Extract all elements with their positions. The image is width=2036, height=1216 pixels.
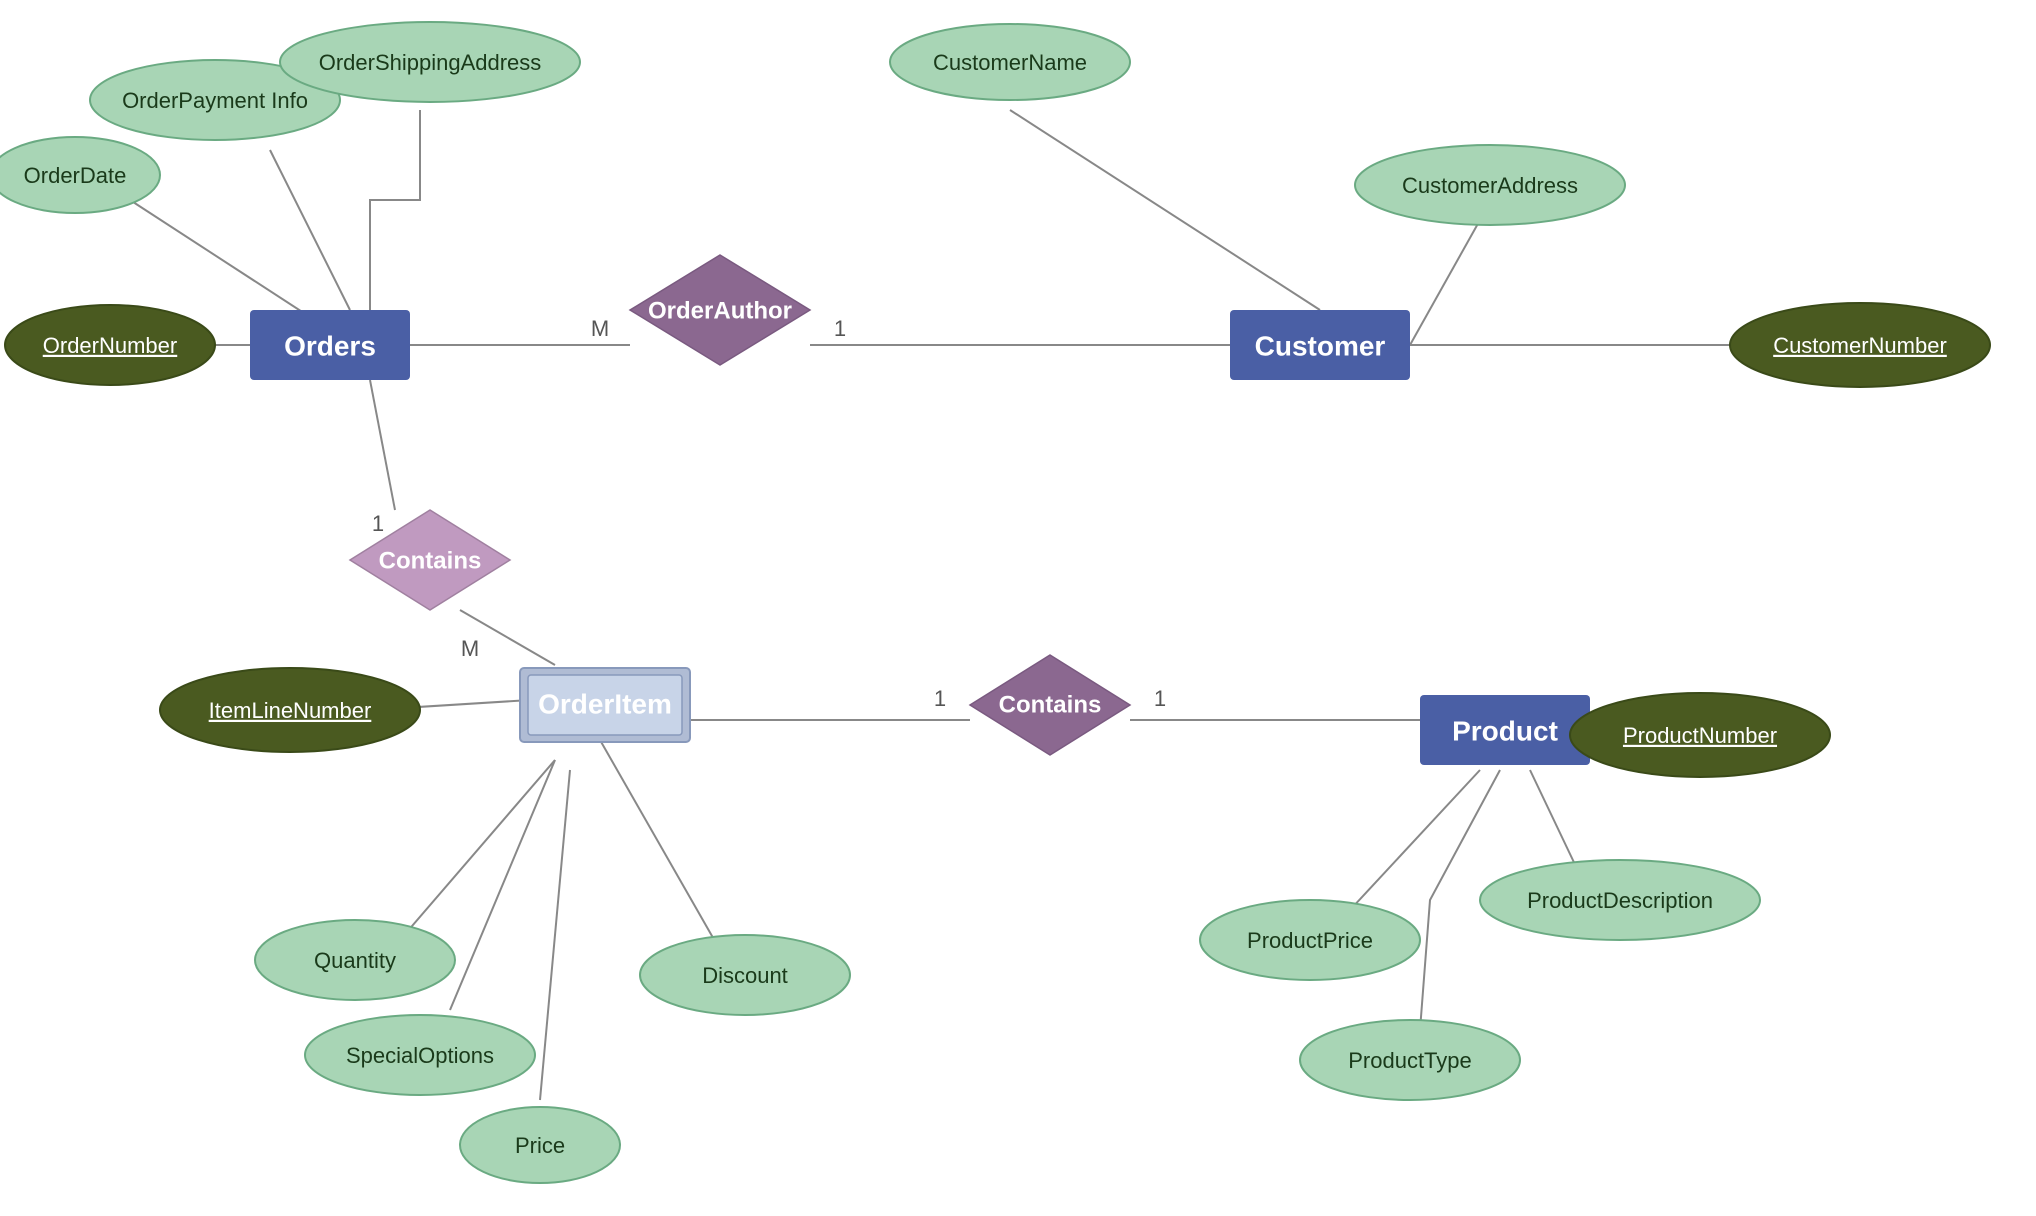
er-diagram: Orders Customer OrderItem Product OrderA… <box>0 0 2036 1216</box>
attr-producttype-label: ProductType <box>1348 1048 1472 1073</box>
attr-discount-label: Discount <box>702 963 788 988</box>
cardinality-1-contains1-orders: 1 <box>372 511 384 536</box>
cardinality-1-contains2-product: 1 <box>1154 686 1166 711</box>
attr-orderpaymentinfo-label: OrderPayment Info <box>122 88 308 113</box>
attr-productdescription-label: ProductDescription <box>1527 888 1713 913</box>
attr-customeraddress-label: CustomerAddress <box>1402 173 1578 198</box>
cardinality-m-orderauthor-orders: M <box>591 316 609 341</box>
cardinality-m-contains1-orderitem: M <box>461 636 479 661</box>
entity-orderitem-label: OrderItem <box>538 688 672 719</box>
attr-quantity-label: Quantity <box>314 948 396 973</box>
attr-ordershippingaddress-label: OrderShippingAddress <box>319 50 542 75</box>
entity-orders-label: Orders <box>284 330 376 361</box>
relationship-contains1-label: Contains <box>379 547 482 574</box>
cardinality-1-orderauthor-customer: 1 <box>834 316 846 341</box>
attr-specialoptions-label: SpecialOptions <box>346 1043 494 1068</box>
attr-productnumber-label: ProductNumber <box>1623 723 1777 748</box>
attr-itemlinenumber-label: ItemLineNumber <box>209 698 372 723</box>
attr-orderdate-label: OrderDate <box>24 163 127 188</box>
attr-productprice-label: ProductPrice <box>1247 928 1373 953</box>
attr-price-label: Price <box>515 1133 565 1158</box>
entity-customer-label: Customer <box>1255 330 1386 361</box>
attr-ordernumber-label: OrderNumber <box>43 333 177 358</box>
relationship-orderauthor-label: OrderAuthor <box>648 297 792 324</box>
cardinality-1-contains2-orderitem: 1 <box>934 686 946 711</box>
entity-product-label: Product <box>1452 715 1558 746</box>
attr-customernumber-label: CustomerNumber <box>1773 333 1947 358</box>
attr-customername-label: CustomerName <box>933 50 1087 75</box>
relationship-contains2-label: Contains <box>999 691 1102 718</box>
